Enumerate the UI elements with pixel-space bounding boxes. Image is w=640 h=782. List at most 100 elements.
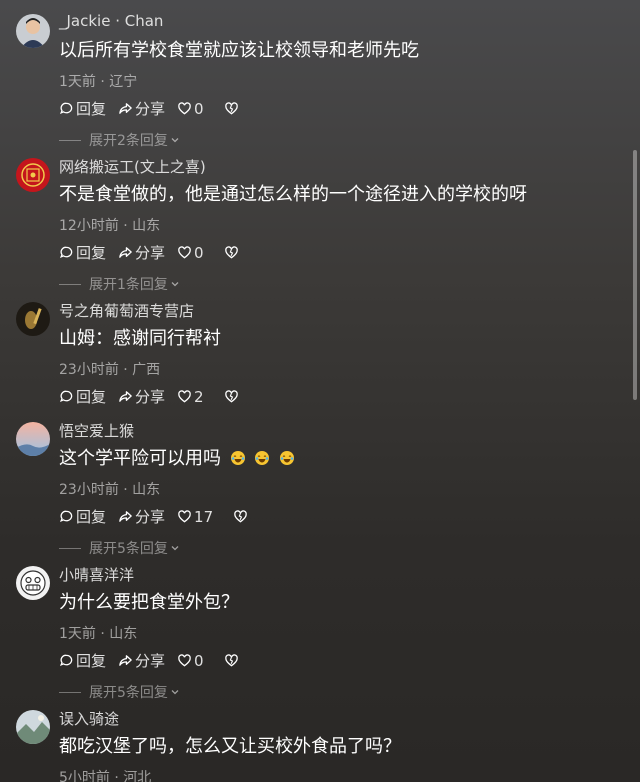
avatar[interactable] bbox=[16, 710, 50, 744]
divider bbox=[59, 691, 81, 693]
comment-actions: 回复 分享 0 bbox=[59, 98, 239, 119]
broken-heart-icon bbox=[224, 654, 238, 667]
comment-actions: 回复 分享 2 bbox=[59, 386, 239, 407]
share-label: 分享 bbox=[135, 508, 166, 526]
chevron-down-icon bbox=[171, 138, 179, 143]
share-arrow-icon bbox=[119, 103, 132, 114]
comment-feed: _Jackie · Chan 以后所有学校食堂就应该让校领导和老师先吃 1天前 … bbox=[0, 0, 640, 782]
like-count: 17 bbox=[194, 507, 214, 526]
expand-replies-button[interactable]: 展开5条回复 bbox=[59, 538, 180, 558]
like-count: 0 bbox=[194, 243, 204, 262]
share-label: 分享 bbox=[135, 652, 166, 670]
divider bbox=[59, 283, 81, 285]
share-label: 分享 bbox=[135, 244, 166, 262]
dislike-button[interactable] bbox=[224, 101, 239, 116]
like-count: 2 bbox=[194, 387, 204, 406]
comment-bubble-icon bbox=[59, 390, 73, 402]
like-button[interactable]: 0 bbox=[177, 652, 204, 670]
comment-text: 不是食堂做的，他是通过怎么样的一个途径进入的学校的呀 bbox=[59, 184, 527, 205]
expand-replies-label: 展开2条回复 bbox=[89, 133, 168, 149]
like-count: 0 bbox=[194, 99, 204, 118]
username[interactable]: 误入骑途 bbox=[59, 708, 119, 729]
comment-bubble-icon bbox=[59, 510, 73, 522]
dislike-button[interactable] bbox=[224, 389, 239, 404]
reply-label: 回复 bbox=[76, 508, 107, 526]
expand-replies-button[interactable]: 展开5条回复 bbox=[59, 682, 180, 702]
reply-label: 回复 bbox=[76, 388, 107, 406]
comment-meta: 5小时前 · 河北 bbox=[59, 770, 152, 782]
reply-button[interactable]: 回复 bbox=[59, 650, 106, 671]
comment-meta: 12小时前 · 山东 bbox=[59, 218, 161, 234]
laughing-tears-emoji-icon bbox=[280, 451, 295, 465]
comment-bubble-icon bbox=[59, 654, 73, 666]
share-arrow-icon bbox=[119, 247, 132, 258]
username[interactable]: 悟空爱上猴 bbox=[59, 420, 134, 441]
expand-replies-label: 展开5条回复 bbox=[89, 541, 168, 557]
expand-replies-button[interactable]: 展开1条回复 bbox=[59, 274, 180, 294]
chevron-down-icon bbox=[171, 690, 179, 695]
like-button[interactable]: 17 bbox=[177, 508, 213, 526]
comment-text: 为什么要把食堂外包？ bbox=[59, 592, 239, 613]
share-button[interactable]: 分享 bbox=[118, 650, 165, 671]
avatar[interactable] bbox=[16, 422, 50, 456]
chevron-down-icon bbox=[171, 282, 179, 287]
dislike-button[interactable] bbox=[233, 509, 248, 524]
comment-meta: 1天前 · 山东 bbox=[59, 626, 138, 642]
avatar[interactable] bbox=[16, 158, 50, 192]
expand-replies-button[interactable]: 展开2条回复 bbox=[59, 130, 180, 150]
laughing-tears-emoji-icon bbox=[255, 451, 270, 465]
reply-button[interactable]: 回复 bbox=[59, 386, 106, 407]
broken-heart-icon bbox=[224, 102, 238, 115]
divider bbox=[59, 547, 81, 549]
comment-text: 以后所有学校食堂就应该让校领导和老师先吃 bbox=[59, 40, 419, 61]
share-button[interactable]: 分享 bbox=[118, 98, 165, 119]
reply-button[interactable]: 回复 bbox=[59, 242, 106, 263]
heart-icon bbox=[178, 102, 191, 115]
scrollbar[interactable] bbox=[633, 150, 637, 400]
reply-button[interactable]: 回复 bbox=[59, 506, 106, 527]
share-button[interactable]: 分享 bbox=[118, 386, 165, 407]
like-count: 0 bbox=[194, 651, 204, 670]
share-button[interactable]: 分享 bbox=[118, 506, 165, 527]
share-button[interactable]: 分享 bbox=[118, 242, 165, 263]
share-arrow-icon bbox=[119, 511, 132, 522]
reply-label: 回复 bbox=[76, 652, 107, 670]
laughing-tears-emoji-icon bbox=[230, 451, 245, 465]
share-arrow-icon bbox=[119, 655, 132, 666]
username[interactable]: _Jackie · Chan bbox=[59, 12, 163, 30]
dislike-button[interactable] bbox=[224, 653, 239, 668]
heart-icon bbox=[178, 510, 191, 523]
broken-heart-icon bbox=[224, 390, 238, 403]
comment-actions: 回复 分享 0 bbox=[59, 650, 239, 671]
comment-text: 都吃汉堡了吗，怎么又让买校外食品了吗？ bbox=[59, 736, 401, 757]
comment-text: 这个学平险可以用吗 bbox=[59, 444, 295, 470]
chevron-down-icon bbox=[171, 546, 179, 551]
dislike-button[interactable] bbox=[224, 245, 239, 260]
avatar[interactable] bbox=[16, 566, 50, 600]
expand-replies-label: 展开5条回复 bbox=[89, 685, 168, 701]
heart-icon bbox=[178, 246, 191, 259]
comment-bubble-icon bbox=[59, 246, 73, 258]
comment-actions: 回复 分享 17 bbox=[59, 506, 248, 527]
like-button[interactable]: 2 bbox=[177, 388, 204, 406]
username[interactable]: 号之角葡萄酒专营店 bbox=[59, 300, 194, 321]
reply-label: 回复 bbox=[76, 100, 107, 118]
share-label: 分享 bbox=[135, 388, 166, 406]
like-button[interactable]: 0 bbox=[177, 100, 204, 118]
avatar[interactable] bbox=[16, 14, 50, 48]
like-button[interactable]: 0 bbox=[177, 244, 204, 262]
comment-actions: 回复 分享 0 bbox=[59, 242, 239, 263]
broken-heart-icon bbox=[224, 246, 238, 259]
comment-bubble-icon bbox=[59, 102, 73, 114]
username[interactable]: 小晴喜洋洋 bbox=[59, 564, 134, 585]
avatar[interactable] bbox=[16, 302, 50, 336]
comment-meta: 23小时前 · 广西 bbox=[59, 362, 161, 378]
comment-meta: 23小时前 · 山东 bbox=[59, 482, 161, 498]
reply-button[interactable]: 回复 bbox=[59, 98, 106, 119]
comment-meta: 1天前 · 辽宁 bbox=[59, 74, 138, 90]
reply-label: 回复 bbox=[76, 244, 107, 262]
comment-text: 山姆：感谢同行帮衬 bbox=[59, 328, 221, 349]
share-arrow-icon bbox=[119, 391, 132, 402]
username[interactable]: 网络搬运工(文上之喜) bbox=[59, 156, 206, 177]
comment-text-content: 这个学平险可以用吗 bbox=[59, 448, 221, 469]
